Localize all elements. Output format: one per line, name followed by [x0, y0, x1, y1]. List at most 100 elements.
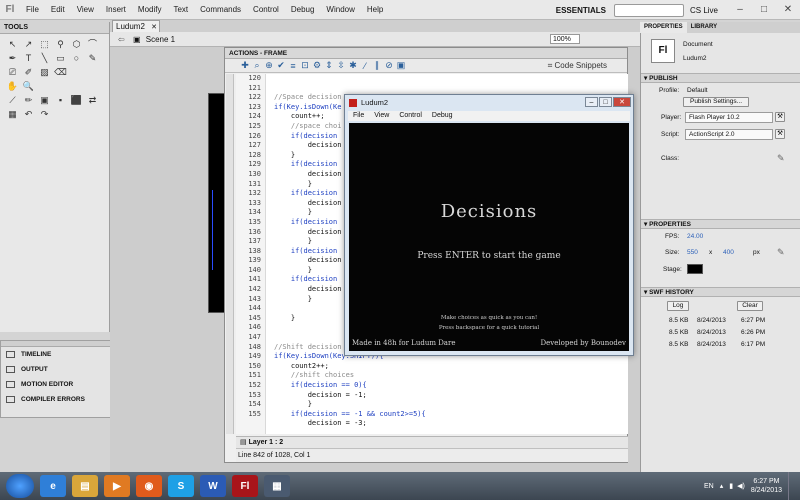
- swf-history-section-header[interactable]: ▾ SWF HISTORY: [641, 287, 800, 297]
- edit-size-icon[interactable]: ✎: [777, 247, 785, 258]
- close-icon[interactable]: ✕: [151, 24, 157, 31]
- stage-color-swatch[interactable]: [687, 264, 703, 274]
- taskbar-flash-player-icon[interactable]: ▦: [264, 475, 290, 497]
- zoom-select[interactable]: 100%: [550, 34, 580, 44]
- back-arrow-icon[interactable]: ⇦: [118, 35, 125, 44]
- tool-5-icon[interactable]: ⌒: [86, 38, 99, 50]
- code-line[interactable]: [274, 84, 628, 94]
- debug-icon[interactable]: ⚙: [311, 60, 323, 71]
- menu-debug[interactable]: Debug: [285, 5, 321, 14]
- tool-2-icon[interactable]: ⬚: [38, 38, 51, 50]
- code-line[interactable]: if(decision == 0){: [274, 381, 628, 391]
- code-snippets-button[interactable]: ⌗ Code Snippets: [548, 61, 607, 71]
- tool-6-icon[interactable]: ✒: [6, 52, 19, 64]
- player-minimize-button[interactable]: –: [585, 97, 598, 107]
- player-menu-file[interactable]: File: [348, 111, 369, 121]
- tool-15-icon[interactable]: ⌫: [54, 66, 67, 78]
- tab-library[interactable]: LIBRARY: [687, 22, 721, 33]
- taskbar-explorer-icon[interactable]: ▤: [72, 475, 98, 497]
- size-height-value[interactable]: 400: [723, 249, 734, 256]
- player-select[interactable]: Flash Player 10.2: [685, 112, 773, 123]
- tool-7-icon[interactable]: T: [22, 52, 35, 64]
- player-menu-control[interactable]: Control: [394, 111, 427, 121]
- comment-block-icon[interactable]: ⁄: [359, 61, 371, 71]
- auto-format-icon[interactable]: ≡: [287, 61, 299, 71]
- menu-file[interactable]: File: [20, 5, 45, 14]
- code-line[interactable]: decision = -3;: [274, 419, 628, 429]
- menu-modify[interactable]: Modify: [132, 5, 168, 14]
- player-maximize-button[interactable]: □: [599, 97, 612, 107]
- tool-4-icon[interactable]: ⬡: [70, 38, 83, 50]
- code-line[interactable]: }: [274, 400, 628, 410]
- tool-3-icon[interactable]: ⚲: [54, 38, 67, 50]
- toolbox-icon[interactable]: ▣: [395, 60, 407, 71]
- find-icon[interactable]: ⌕: [251, 60, 263, 71]
- actions-toolbox-collapsed[interactable]: [226, 74, 234, 434]
- publish-section-header[interactable]: ▾ PUBLISH: [641, 73, 800, 83]
- collapse-icon[interactable]: ⇕: [323, 60, 335, 71]
- tool-16-icon[interactable]: [70, 66, 83, 78]
- volume-icon[interactable]: ◀): [737, 482, 745, 490]
- minimize-button[interactable]: –: [728, 0, 752, 20]
- comment-line-icon[interactable]: ∥: [371, 60, 383, 71]
- target-icon[interactable]: ⊕: [263, 60, 275, 71]
- collapse-selection-icon[interactable]: ⇳: [335, 60, 347, 71]
- tool-1-icon[interactable]: ↗: [22, 38, 35, 50]
- code-hint-icon[interactable]: ⊡: [299, 60, 311, 71]
- tool-13-icon[interactable]: ✐: [22, 66, 35, 78]
- tab-properties[interactable]: PROPERTIES: [640, 22, 687, 33]
- tool-18-icon[interactable]: ✋: [6, 80, 19, 92]
- taskbar-media-icon[interactable]: ▶: [104, 475, 130, 497]
- taskbar-word-icon[interactable]: W: [200, 475, 226, 497]
- menu-insert[interactable]: Insert: [100, 5, 132, 14]
- menu-control[interactable]: Control: [247, 5, 285, 14]
- taskbar-skype-icon[interactable]: S: [168, 475, 194, 497]
- tool-8-icon[interactable]: ╲: [38, 52, 51, 64]
- tool-11-icon[interactable]: ✎: [86, 52, 99, 64]
- expand-all-icon[interactable]: ✱: [347, 60, 359, 71]
- menu-text[interactable]: Text: [167, 5, 194, 14]
- tool-24-icon[interactable]: ⟋: [6, 94, 19, 106]
- language-indicator[interactable]: EN: [704, 483, 714, 490]
- code-line[interactable]: decision = -1;: [274, 391, 628, 401]
- start-button[interactable]: [6, 474, 34, 498]
- tool-28-icon[interactable]: ⬛: [70, 94, 83, 106]
- tool-33-icon[interactable]: [54, 108, 67, 120]
- player-titlebar[interactable]: Ludum2 – □ ✕: [345, 95, 633, 111]
- check-syntax-icon[interactable]: ✔: [275, 60, 287, 71]
- menu-view[interactable]: View: [71, 5, 100, 14]
- tool-20-icon[interactable]: [38, 80, 51, 92]
- dock-compiler-errors[interactable]: COMPILER ERRORS: [1, 392, 111, 407]
- tray-arrow-icon[interactable]: ▴: [720, 482, 724, 490]
- maximize-button[interactable]: □: [752, 0, 776, 20]
- tool-26-icon[interactable]: ▣: [38, 94, 51, 106]
- tool-30-icon[interactable]: ▦: [6, 108, 19, 120]
- menu-commands[interactable]: Commands: [194, 5, 247, 14]
- tool-32-icon[interactable]: ↷: [38, 108, 51, 120]
- show-desktop-button[interactable]: [788, 472, 796, 500]
- cs-live-button[interactable]: CS Live: [690, 6, 718, 15]
- publish-settings-button[interactable]: Publish Settings...: [683, 97, 749, 107]
- clear-button[interactable]: Clear: [737, 301, 763, 311]
- tool-21-icon[interactable]: [54, 80, 67, 92]
- tool-25-icon[interactable]: ✏: [22, 94, 35, 106]
- document-tab-ludum2[interactable]: Ludum2 ✕: [112, 20, 160, 32]
- add-action-icon[interactable]: ✚: [239, 60, 251, 71]
- tool-27-icon[interactable]: ▪: [54, 94, 67, 106]
- game-screen[interactable]: Decisions Press ENTER to start the game …: [349, 123, 629, 351]
- clock[interactable]: 6:27 PM 8/24/2013: [751, 477, 782, 495]
- help-search-input[interactable]: [613, 3, 684, 17]
- taskbar-firefox-icon[interactable]: ◉: [136, 475, 162, 497]
- taskbar-ie-icon[interactable]: e: [40, 475, 66, 497]
- dock-motion-editor[interactable]: MOTION EDITOR: [1, 377, 111, 392]
- player-settings-icon[interactable]: ⚒: [775, 112, 785, 122]
- dock-output[interactable]: OUTPUT: [1, 362, 111, 377]
- network-icon[interactable]: ▮: [729, 482, 733, 490]
- code-line[interactable]: count2++;: [274, 362, 628, 372]
- code-line[interactable]: if(decision == -1 && count2>=5){: [274, 410, 628, 420]
- edit-class-icon[interactable]: ✎: [777, 153, 785, 164]
- code-line[interactable]: [274, 74, 628, 84]
- tool-0-icon[interactable]: ↖: [6, 38, 19, 50]
- tool-31-icon[interactable]: ↶: [22, 108, 35, 120]
- tool-14-icon[interactable]: ▨: [38, 66, 51, 78]
